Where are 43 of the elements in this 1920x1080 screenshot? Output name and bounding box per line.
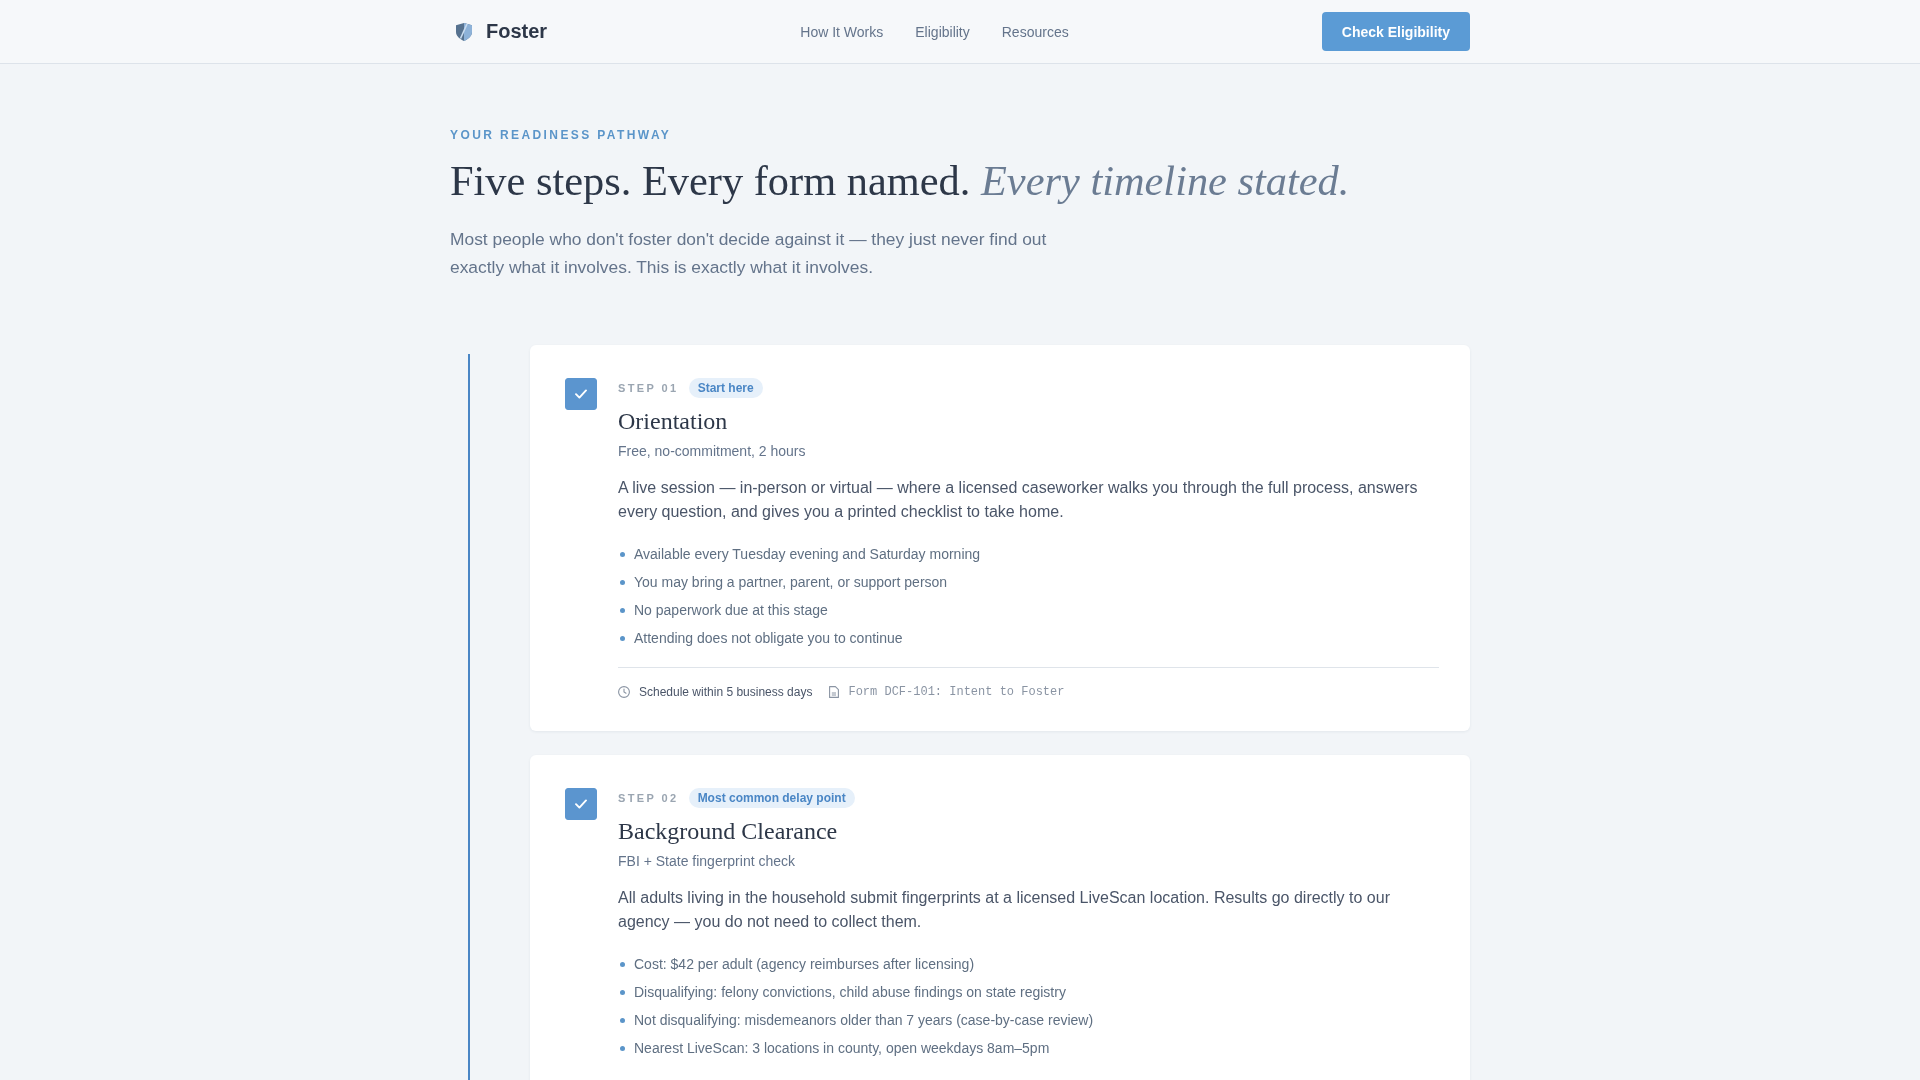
intro-paragraph: Most people who don't foster don't decide against it — they just never find out exactly what it involves. This is exactly what it involves. [450, 228, 1048, 279]
bullet-icon [620, 635, 625, 641]
bullet-text: Available every Tuesday evening and Saturday morning [634, 545, 981, 564]
bullet-text: Cost: $42 per adult (agency reimburses after licensing) [634, 955, 975, 974]
step-number: STEP 01 [618, 382, 679, 394]
shield-icon [456, 22, 472, 41]
bullet-icon [620, 1045, 625, 1051]
bullet-text: Attending does not obligate you to continue [634, 629, 903, 648]
clock-icon [618, 686, 630, 698]
bullet-text: You may bring a partner, parent, or support person [634, 573, 948, 592]
bullet-icon [620, 551, 625, 557]
step-title: Orientation [618, 407, 729, 436]
bullet-icon [620, 961, 625, 967]
nav-link[interactable]: How It Works [800, 23, 884, 40]
nav-link[interactable]: Eligibility [915, 23, 970, 40]
bullet-text: No paperwork due at this stage [634, 601, 828, 620]
bullet-icon [620, 607, 625, 613]
nav-link[interactable]: Resources [1001, 23, 1069, 40]
hero-heading: Five steps. Every form named. Every timeline stated. [450, 156, 1351, 206]
check-icon [575, 389, 587, 399]
step-badge: Most common delay point [688, 788, 855, 808]
step-checkbox[interactable] [565, 788, 597, 820]
step-subtitle: Free, no-commitment, 2 hours [618, 442, 807, 461]
step-checkbox[interactable] [565, 378, 597, 410]
bullet-text: Not disqualifying: misdemeanors older than 7 years (case-by-case review) [634, 1011, 1094, 1030]
bullet-icon [620, 579, 625, 585]
step-title: Background Clearance [618, 817, 839, 846]
brand-name: Foster [486, 20, 548, 43]
bullet-text: Nearest LiveScan: 3 locations in county, open weekdays 8am–5pm [634, 1039, 1050, 1058]
document-icon [829, 686, 840, 698]
check-eligibility-button[interactable]: Check Eligibility [1321, 12, 1470, 51]
step-description: A live session — in-person or virtual — where a licensed caseworker walks you through the full process, answers every question, and gives you a printed checklist to take home. [618, 478, 1419, 522]
schedule-note: Schedule within 5 business days [639, 684, 813, 700]
bullet-icon [620, 1017, 625, 1023]
bullet-text: Disqualifying: felony convictions, child abuse findings on state registry [634, 983, 1066, 1002]
check-icon [575, 799, 587, 809]
form-reference: Form DCF-101: Intent to Foster [848, 684, 1065, 700]
step-badge: Start here [688, 378, 763, 398]
step-number: STEP 02 [618, 792, 679, 804]
step-description: All adults living in the household submit fingerprints at a licensed LiveScan location. Results go directly to our agency — you do not need to collect them. [618, 888, 1391, 932]
step-subtitle: FBI + State fingerprint check [618, 852, 797, 871]
bullet-icon [620, 989, 625, 995]
section-eyebrow: YOUR READINESS PATHWAY [450, 127, 673, 143]
